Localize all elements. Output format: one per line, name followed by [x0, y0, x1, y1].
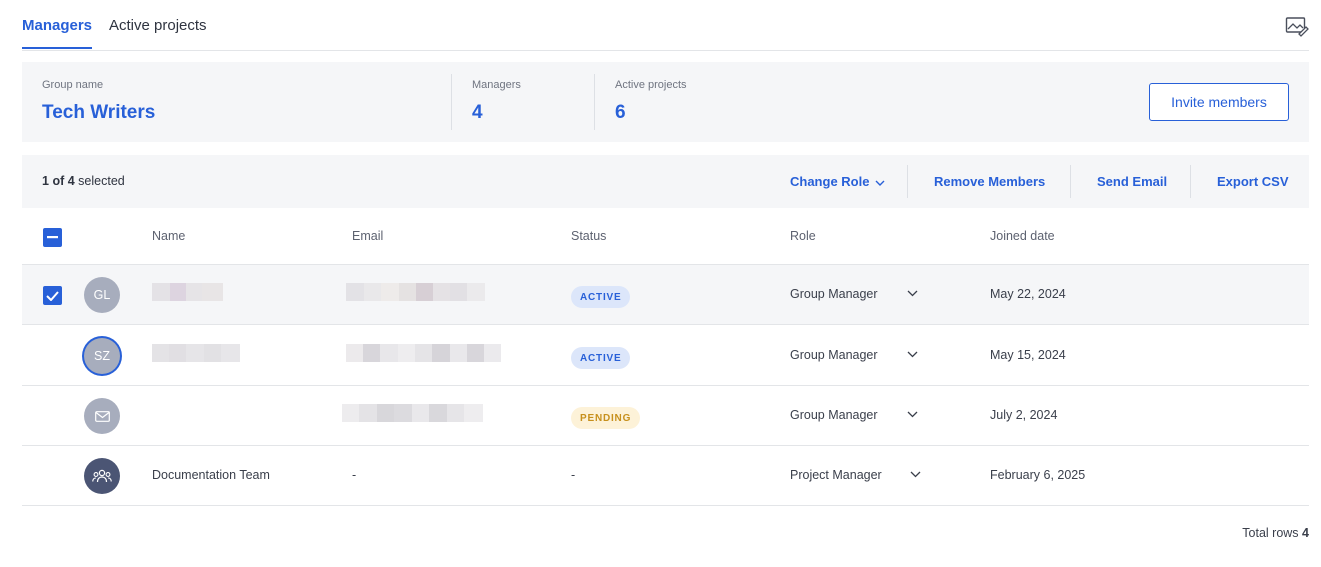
redacted-name	[152, 283, 223, 301]
tab-managers[interactable]: Managers	[22, 17, 93, 49]
member-status: -	[571, 468, 576, 482]
redacted-name	[152, 344, 240, 362]
avatar	[84, 458, 120, 494]
table-row[interactable]: PENDING Group Manager July 2, 2024	[22, 386, 1309, 446]
projects-label: Active projects	[615, 79, 687, 91]
tab-bar: Managers Active projects	[22, 0, 1309, 51]
table-row[interactable]: SZ ACTIVE Group Manager May 15, 2024	[22, 326, 1309, 386]
group-name-value: Tech Writers	[42, 102, 156, 123]
mail-icon	[94, 410, 110, 422]
chevron-down-icon[interactable]	[907, 351, 918, 358]
joined-date: May 15, 2024	[990, 348, 1066, 362]
redacted-email	[346, 283, 485, 301]
header-role[interactable]: Role	[790, 229, 816, 243]
redacted-email	[342, 404, 483, 422]
chevron-down-icon[interactable]	[910, 471, 921, 478]
header-joined-date[interactable]: Joined date	[990, 229, 1055, 243]
redacted-email	[346, 344, 501, 362]
role-select[interactable]: Group Manager	[790, 348, 878, 362]
avatar: GL	[84, 277, 120, 313]
send-email-button[interactable]: Send Email	[1097, 174, 1167, 189]
role-select[interactable]: Group Manager	[790, 287, 878, 301]
action-divider	[907, 165, 908, 198]
tab-active-projects[interactable]: Active projects	[109, 17, 207, 35]
table-header: Name Email Status Role Joined date	[22, 208, 1309, 265]
export-csv-button[interactable]: Export CSV	[1217, 174, 1289, 189]
status-badge: ACTIVE	[571, 286, 631, 308]
remove-members-button[interactable]: Remove Members	[934, 174, 1045, 189]
chevron-down-icon	[875, 180, 885, 186]
chevron-down-icon[interactable]	[907, 411, 918, 418]
table-row[interactable]: Documentation Team - - Project Manager F…	[22, 446, 1309, 506]
action-divider	[1190, 165, 1191, 198]
avatar	[84, 398, 120, 434]
joined-date: May 22, 2024	[990, 287, 1066, 301]
header-status[interactable]: Status	[571, 229, 606, 243]
status-badge: ACTIVE	[571, 347, 631, 369]
table-row[interactable]: GL ACTIVE Group Manager May 22, 2024	[22, 265, 1309, 325]
member-name: Documentation Team	[152, 468, 270, 482]
joined-date: February 6, 2025	[990, 468, 1086, 482]
action-divider	[1070, 165, 1071, 198]
role-select[interactable]: Group Manager	[790, 408, 878, 422]
member-email: -	[352, 468, 357, 482]
invite-members-button[interactable]: Invite members	[1149, 83, 1289, 121]
projects-count: 6	[615, 102, 626, 123]
chevron-down-icon[interactable]	[907, 290, 918, 297]
selection-count: 1 of 4 selected	[42, 174, 125, 188]
group-summary: Group name Tech Writers Managers 4 Activ…	[22, 62, 1309, 142]
status-badge: PENDING	[571, 407, 641, 429]
group-name-label: Group name	[42, 79, 104, 91]
summary-divider	[451, 74, 452, 130]
team-icon	[92, 469, 112, 483]
managers-count: 4	[472, 102, 483, 123]
header-name[interactable]: Name	[152, 229, 185, 243]
managers-label: Managers	[472, 79, 521, 91]
bulk-action-bar: 1 of 4 selected Change Role Remove Membe…	[22, 155, 1309, 208]
select-all-checkbox[interactable]	[43, 228, 62, 247]
total-rows: Total rows 4	[1242, 526, 1309, 540]
avatar: SZ	[84, 338, 120, 374]
minus-icon	[47, 236, 58, 239]
edit-image-icon[interactable]	[1285, 15, 1309, 37]
check-icon	[46, 290, 59, 301]
joined-date: July 2, 2024	[990, 408, 1058, 422]
role-select[interactable]: Project Manager	[790, 468, 882, 482]
change-role-button[interactable]: Change Role	[790, 174, 885, 189]
summary-divider	[594, 74, 595, 130]
row-checkbox[interactable]	[43, 286, 62, 305]
header-email[interactable]: Email	[352, 229, 383, 243]
